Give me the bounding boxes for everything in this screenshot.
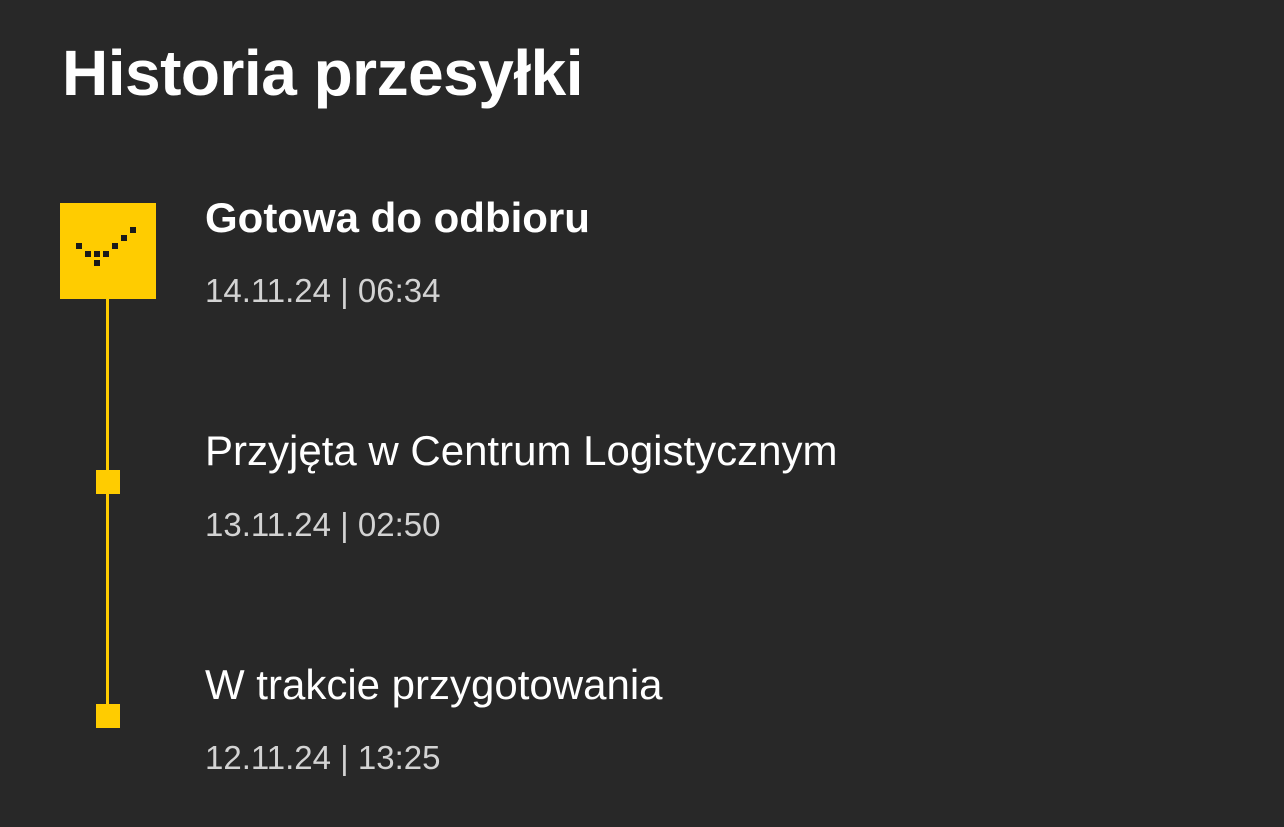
event-title-in-preparation: W trakcie przygotowania — [205, 661, 663, 708]
status-dot-icon — [96, 704, 120, 728]
checkmark-icon — [76, 227, 136, 266]
event-title-logistics-center: Przyjęta w Centrum Logistycznym — [205, 427, 838, 474]
page-title: Historia przesyłki — [62, 37, 584, 109]
current-status-marker — [60, 203, 156, 299]
status-dot-icon — [96, 470, 120, 494]
event-title-ready-for-pickup: Gotowa do odbioru — [205, 194, 590, 241]
event-timestamp: 13.11.24 | 02:50 — [205, 506, 441, 543]
event-timestamp: 14.11.24 | 06:34 — [205, 272, 441, 309]
timeline-line — [106, 298, 109, 718]
event-timestamp: 12.11.24 | 13:25 — [205, 739, 441, 776]
